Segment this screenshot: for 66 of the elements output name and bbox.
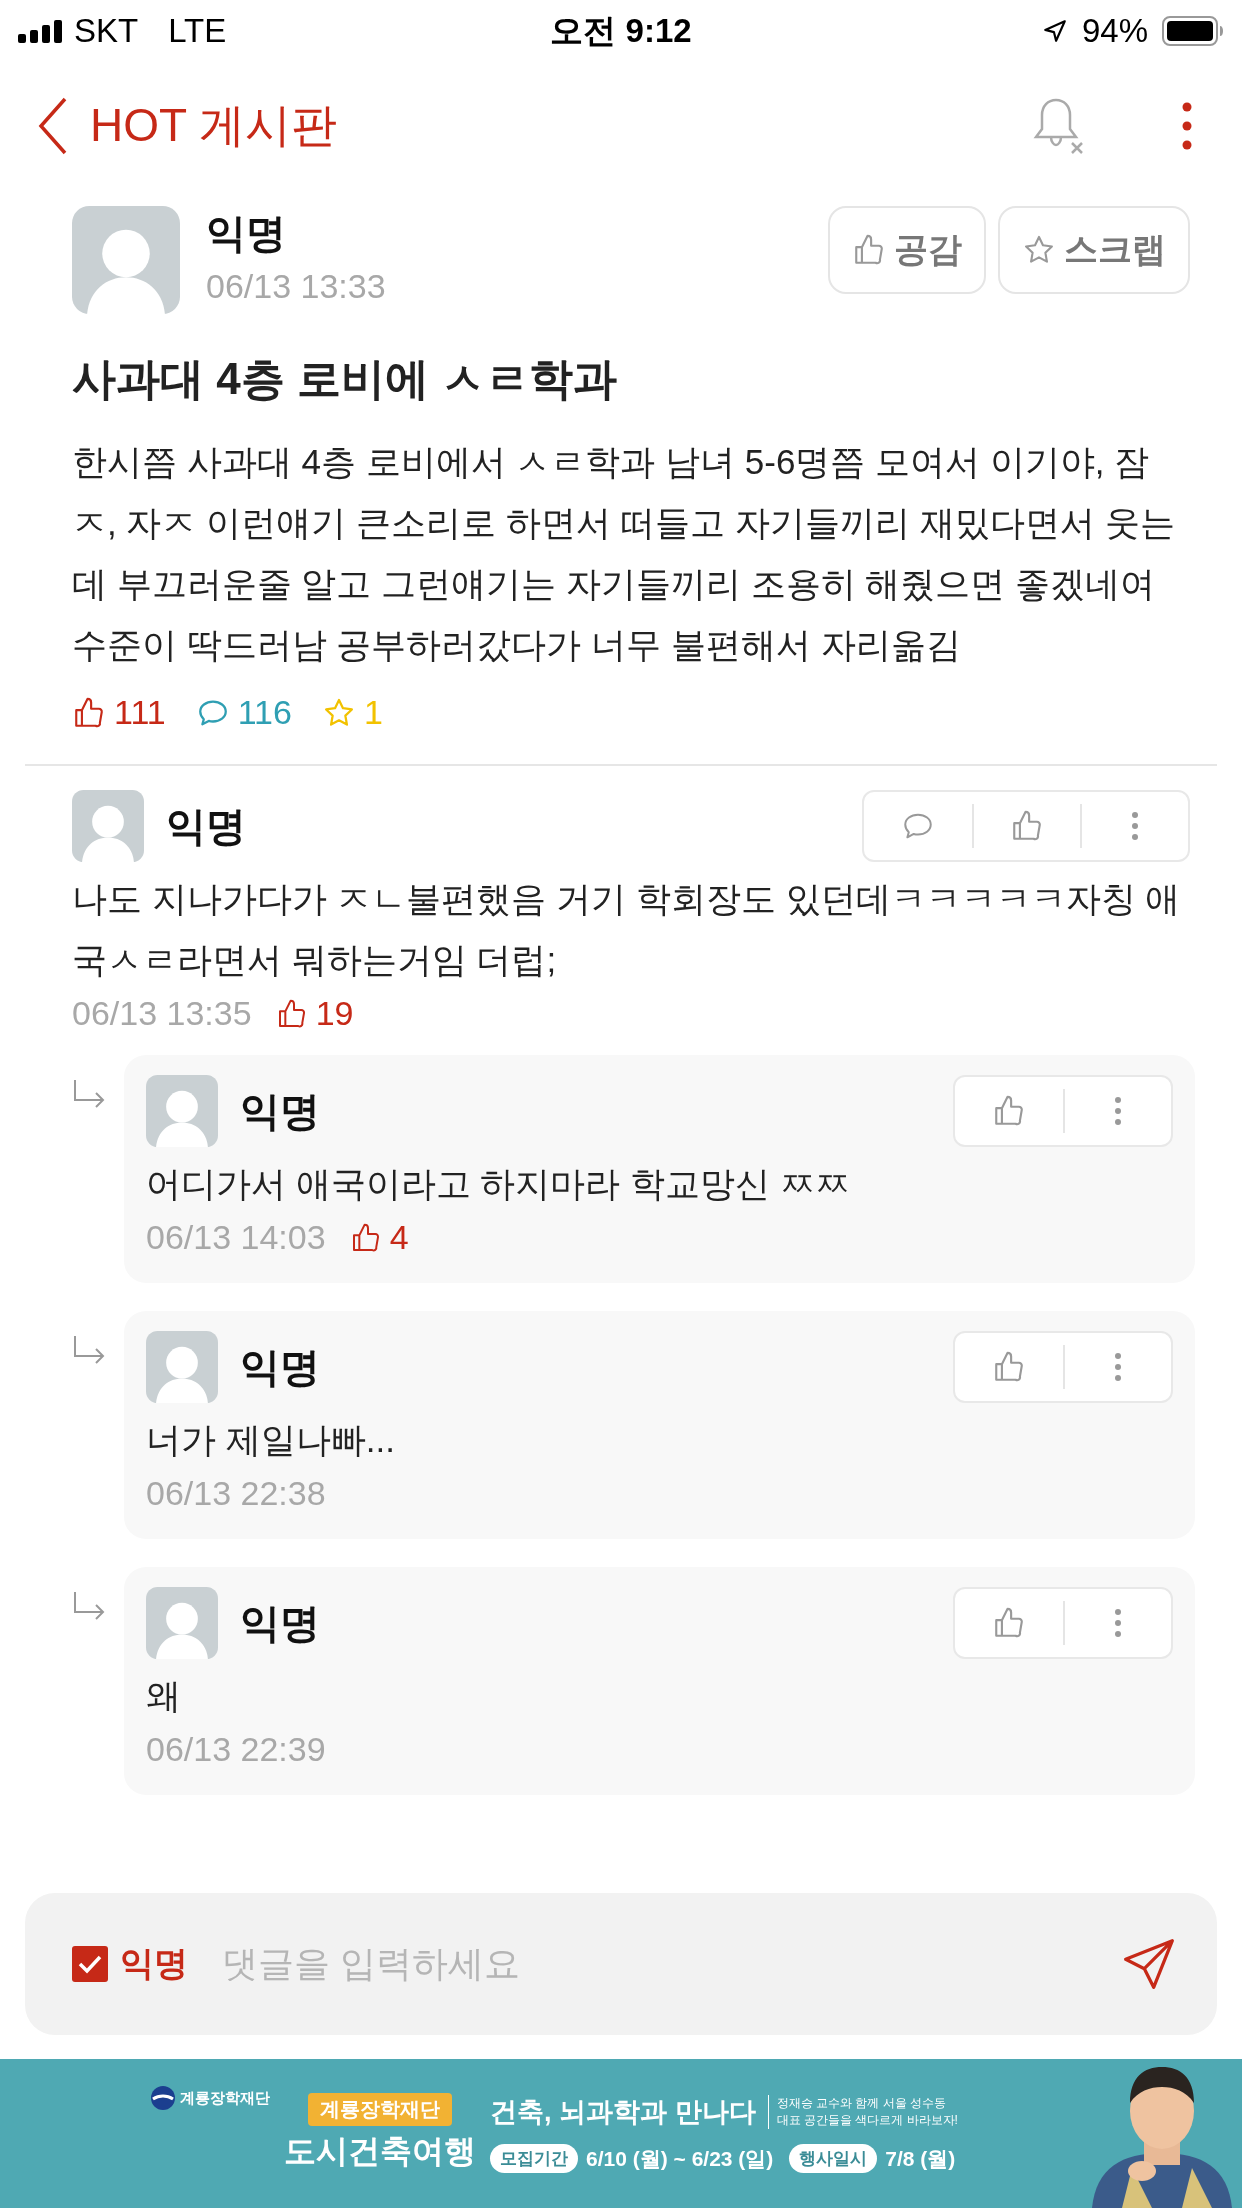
thumbs-up-icon: [992, 1094, 1026, 1128]
carrier: SKT: [74, 12, 139, 50]
avatar-icon: [72, 206, 180, 314]
comment-text: 왜: [146, 1675, 182, 1717]
thumbs-up-icon: [72, 695, 106, 730]
comment-text: 어디가서 애국이라고 하지마라 학교망신 ㅉㅉ: [146, 1163, 851, 1205]
author-name: 익명: [166, 802, 247, 850]
comment-count: 116: [237, 693, 292, 732]
author-name: 익명: [240, 1087, 321, 1135]
more-icon[interactable]: [1182, 102, 1192, 150]
more-icon: [1114, 1608, 1122, 1638]
ad-headline: 건축, 뇌과학과 만나다: [490, 2096, 756, 2129]
comment-input[interactable]: 댓글을 입력하세요: [220, 1942, 1109, 1986]
comment-date: 06/13 22:39: [146, 1730, 326, 1769]
ad-event-date: 7/8 (월): [885, 2145, 956, 2172]
like-count: 4: [389, 1218, 409, 1257]
battery-percentage: 94%: [1081, 12, 1148, 50]
comment-text: 나도 지나가다가 ㅈㄴ불편했음 거기 학회장도 있던데ㅋㅋㅋㅋㅋ자칭 애국ㅅㄹ라면서 뭐하는거임 더럽;: [72, 878, 1182, 981]
thumbs-up-icon: [992, 1606, 1026, 1640]
thumbs-up-icon: [1010, 809, 1044, 843]
ad-blurb: 대표 공간들을 색다르게 바라보자!: [776, 2112, 958, 2129]
ad-blurb: 정재승 교수와 함께 서울 성수동: [776, 2095, 947, 2112]
ad-pill: 행사일시: [789, 2144, 878, 2173]
thumbs-up-icon: [992, 1350, 1026, 1384]
post-body: 한시쯤 사과대 4층 로비에서 ㅅㄹ학과 남녀 5-6명쯤 모여서 이기야, 잠ㅈ, 자ㅈ 이런얘기 큰소리로 하면서 떠들고 자기들끼리 재밌다면서 웃는데 부끄러운줄 알고 그런얘기는 자기들끼리 조용히 해줬으면 좋겠네여 수준이 딱드러남 공부하러갔다가 너무 불편해서 자리옮김: [72, 441, 1176, 666]
reply-arrow-icon: [72, 1335, 106, 1365]
more-icon: [1131, 811, 1139, 841]
ad-logo-text: 계룡장학재단: [180, 2088, 270, 2108]
signal-icon: [18, 19, 64, 43]
scrap-count: 1: [363, 693, 383, 732]
ad-pill: 모집기간: [490, 2144, 578, 2173]
checkbox[interactable]: [72, 1946, 108, 1982]
post-date: 06/13 13:33: [206, 267, 387, 306]
reply-arrow-icon: [72, 1079, 106, 1109]
like-count: 19: [315, 994, 354, 1033]
ad-period: 6/10 (월) ~ 6/23 (일): [586, 2145, 774, 2172]
comment-date: 06/13 13:35: [72, 994, 252, 1033]
battery-icon: [1162, 16, 1224, 46]
more-icon: [1114, 1096, 1122, 1126]
comment-text: 너가 제일나빠...: [146, 1419, 396, 1461]
more-icon: [1114, 1352, 1122, 1382]
clock: 오전 9:12: [550, 10, 692, 51]
avatar-icon: [146, 1587, 218, 1659]
like-count: 111: [114, 693, 166, 732]
comment-date: 06/13 22:38: [146, 1474, 326, 1513]
ad-title: 도시건축여행: [284, 2132, 476, 2171]
scrap-button[interactable]: 스크랩: [998, 206, 1190, 294]
network-type: LTE: [168, 12, 227, 50]
reply-arrow-icon: [72, 1591, 106, 1621]
author-name: 익명: [206, 210, 287, 257]
avatar-icon: [146, 1075, 218, 1147]
ad-badge: 계룡장학재단: [308, 2093, 452, 2126]
comment-date: 06/13 14:03: [146, 1218, 326, 1257]
send-icon[interactable]: [1121, 1936, 1177, 1992]
back-icon: [38, 97, 68, 155]
avatar-icon: [146, 1331, 218, 1403]
like-button[interactable]: 공감: [828, 206, 986, 294]
anonymous-label: 익명: [120, 1943, 188, 1984]
author-name: 익명: [240, 1599, 321, 1647]
back-button[interactable]: HOT 게시판: [38, 95, 338, 157]
thumbs-up-icon: [852, 233, 886, 267]
location-icon: [1041, 18, 1068, 44]
post-title: 사과대 4층 로비에 ㅅㄹ학과: [72, 353, 619, 405]
avatar-icon: [72, 790, 144, 862]
author-name: 익명: [240, 1343, 321, 1391]
logo-icon: [150, 2085, 176, 2111]
